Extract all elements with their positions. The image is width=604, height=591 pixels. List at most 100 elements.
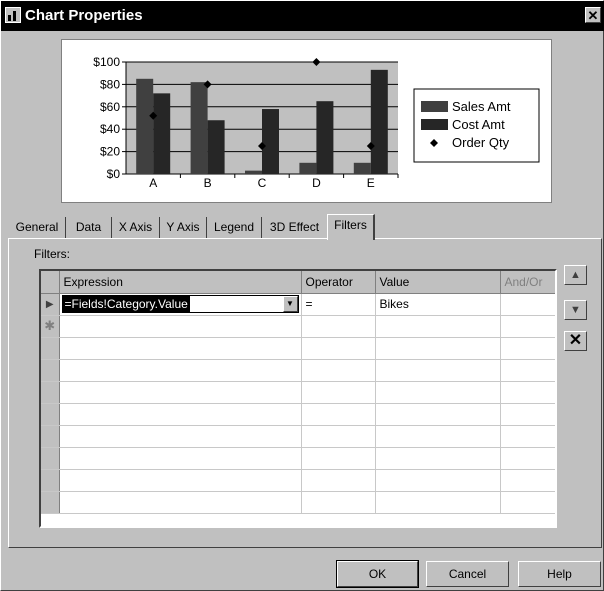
empty-cell[interactable] [500,425,555,448]
and-or-cell[interactable] [500,293,555,316]
row-selector-cell [41,447,60,470]
empty-grid-row [41,469,555,492]
empty-cell[interactable] [375,337,501,360]
value-cell[interactable]: Bikes [375,293,501,316]
bar-sales-amt [353,162,371,174]
column-header-expression[interactable]: Expression [59,271,302,294]
tab-3d-effect[interactable]: 3D Effect [262,217,328,238]
empty-cell[interactable] [500,491,555,514]
legend-swatch [421,101,448,112]
empty-cell[interactable] [301,469,376,492]
row-selector-cell [41,381,60,404]
bar-cost-amt [262,109,279,174]
empty-cell[interactable] [59,447,302,470]
empty-cell[interactable] [59,359,302,382]
tab-data[interactable]: Data [66,217,112,238]
y-tick-label: $40 [100,122,120,136]
empty-cell[interactable] [59,425,302,448]
empty-cell[interactable] [500,447,555,470]
empty-cell[interactable] [500,359,555,382]
y-tick-label: $100 [93,55,120,69]
window-title: Chart Properties [25,7,143,24]
empty-grid-row [41,403,555,426]
row-selector-cell [41,337,60,360]
empty-cell[interactable] [59,403,302,426]
filter-row: ▶ =Fields!Category.Value ▼ = Bikes [41,293,555,316]
x-tick-label: D [312,176,321,190]
bar-cost-amt [316,101,334,174]
empty-grid-row [41,447,555,470]
new-row-asterisk-icon: ✱ [41,315,60,338]
empty-cell[interactable] [59,381,302,404]
legend-label: Sales Amt [452,99,511,114]
move-down-icon: ▼ [570,304,581,316]
title-bar[interactable]: Chart Properties ✕ [1,1,604,31]
legend-label: Cost Amt [452,117,505,132]
move-up-icon: ▲ [570,269,581,281]
empty-cell[interactable] [301,359,376,382]
x-tick-label: A [149,176,157,190]
row-selector-header [41,271,60,294]
empty-cell[interactable] [59,315,302,338]
tab-general[interactable]: General [9,217,66,238]
row-selector-cell [41,403,60,426]
empty-grid-row [41,491,555,514]
x-tick-label: E [367,176,375,190]
empty-cell[interactable] [301,381,376,404]
expression-cell[interactable]: =Fields!Category.Value ▼ [59,293,302,316]
empty-cell[interactable] [500,403,555,426]
empty-cell[interactable] [500,381,555,404]
row-selector-cell [41,425,60,448]
empty-cell[interactable] [301,447,376,470]
empty-cell[interactable] [375,491,501,514]
column-header-value[interactable]: Value [375,271,501,294]
empty-cell[interactable] [301,337,376,360]
chart-properties-dialog: Chart Properties ✕ $0 $20 $40 $60 $80 $100 A B C… [0,0,604,591]
column-header-and-or[interactable]: And/Or [500,271,555,294]
empty-cell[interactable] [375,469,501,492]
empty-cell[interactable] [500,337,555,360]
expression-combobox[interactable]: =Fields!Category.Value ▼ [61,295,299,313]
y-tick-label: $20 [100,145,120,159]
empty-cell[interactable] [500,469,555,492]
empty-cell[interactable] [59,337,302,360]
empty-cell[interactable] [301,315,376,338]
empty-cell[interactable] [375,447,501,470]
empty-cell[interactable] [59,469,302,492]
legend-swatch [421,119,448,130]
column-header-operator[interactable]: Operator [301,271,376,294]
row-selector-cell [41,469,60,492]
tab-y-axis[interactable]: Y Axis [160,217,207,238]
empty-cell[interactable] [59,491,302,514]
dropdown-arrow-icon[interactable]: ▼ [282,296,298,312]
tab-filters[interactable]: Filters [327,214,375,240]
empty-cell[interactable] [375,359,501,382]
filters-grid: Expression Operator Value And/Or ▶ =Fiel… [39,269,557,528]
empty-cell[interactable] [375,315,501,338]
chart-app-icon [5,7,21,23]
close-button[interactable]: ✕ [585,7,601,23]
ok-button[interactable]: OK [336,560,419,588]
empty-cell[interactable] [301,491,376,514]
expression-value[interactable]: =Fields!Category.Value [62,296,190,312]
delete-button[interactable]: ✕ [564,331,587,351]
tab-legend[interactable]: Legend [207,217,262,238]
move-down-button[interactable]: ▼ [564,300,587,320]
cancel-button[interactable]: Cancel [426,561,509,587]
empty-cell[interactable] [375,381,501,404]
bar-sales-amt [136,78,154,174]
empty-grid-row [41,359,555,382]
empty-cell[interactable] [301,403,376,426]
operator-cell[interactable]: = [301,293,376,316]
tab-x-axis[interactable]: X Axis [112,217,160,238]
empty-grid-row [41,425,555,448]
help-button[interactable]: Help [518,561,601,587]
empty-cell[interactable] [500,315,555,338]
x-tick-label: C [258,176,267,190]
bar-cost-amt [153,93,171,174]
empty-cell[interactable] [375,425,501,448]
move-up-button[interactable]: ▲ [564,265,587,285]
empty-cell[interactable] [301,425,376,448]
empty-cell[interactable] [375,403,501,426]
bar-sales-amt [190,82,208,174]
